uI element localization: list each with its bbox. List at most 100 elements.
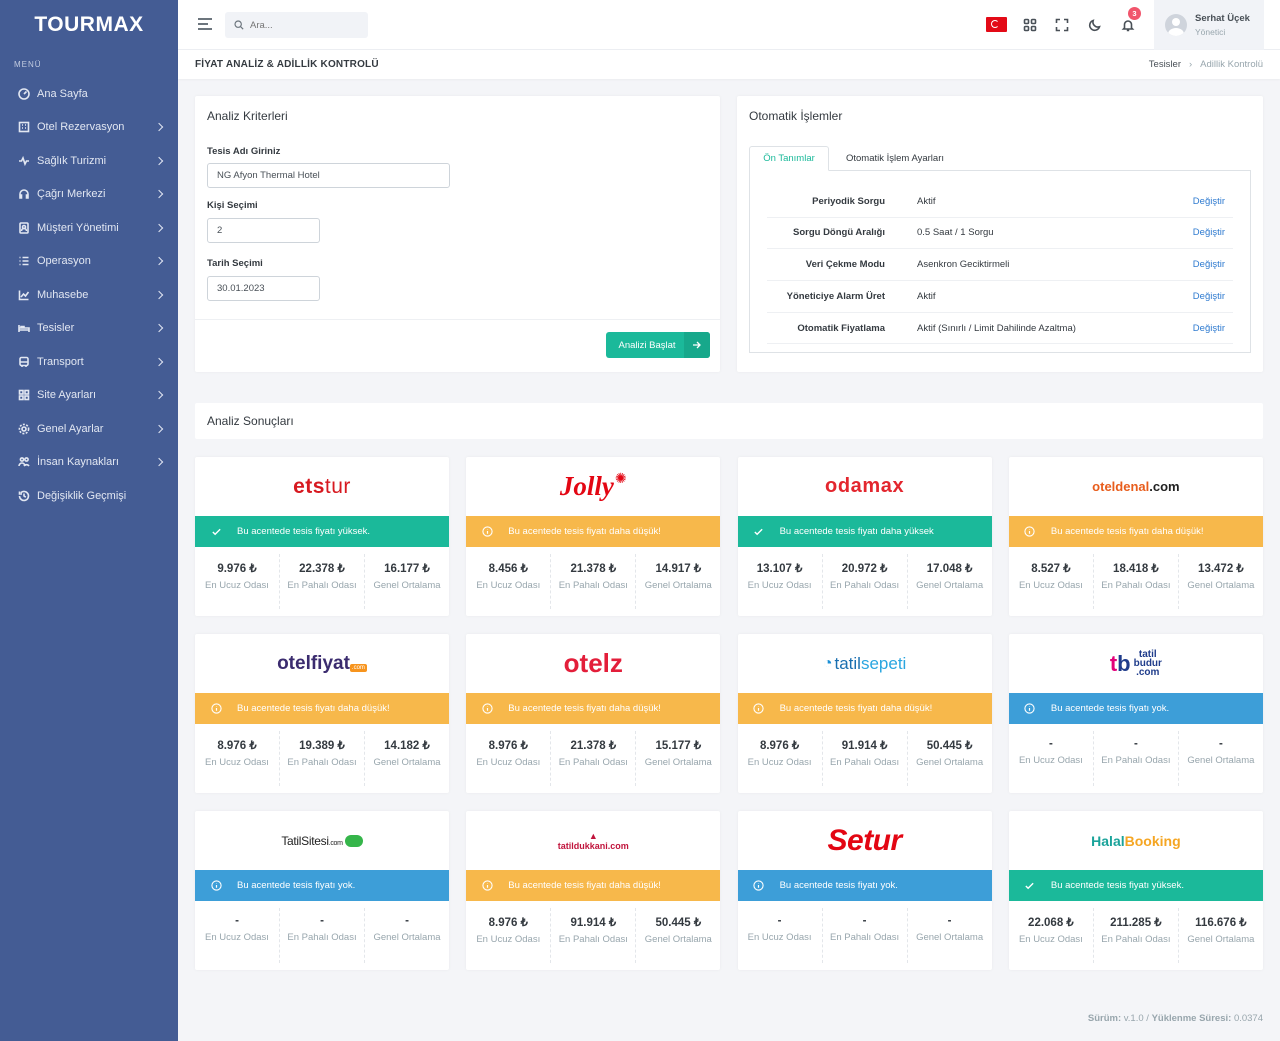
agency-logo[interactable]: TatilSitesi.com (195, 811, 449, 870)
sidebar-item-site-ayarları[interactable]: Site Ayarları (0, 379, 178, 413)
info-circle-icon (482, 703, 493, 714)
sidebar-item-muhasebe[interactable]: Muhasebe (0, 278, 178, 312)
breadcrumb-tesisler[interactable]: Tesisler (1149, 59, 1181, 70)
date-input[interactable] (207, 276, 320, 301)
stat-min-value: 8.976 ₺ (488, 917, 528, 929)
settings-row: Veri Çekme Modu Asenkron Geciktirmeli Deği… (767, 249, 1233, 281)
chevron-right-icon (154, 458, 164, 467)
agency-logo[interactable]: etstur (195, 457, 449, 516)
stat-min-label: En Ucuz Odası (747, 580, 812, 591)
sidebar-item-operasyon[interactable]: Operasyon (0, 245, 178, 279)
criteria-title: Analiz Kriterleri (207, 109, 288, 123)
stat-min-label: En Ucuz Odası (1018, 934, 1083, 945)
tab-otomatik-islem-ayarlari[interactable]: Otomatik İşlem Ayarları (833, 146, 957, 171)
stat-avg: 14.917 ₺ Genel Ortalama (636, 554, 720, 609)
info-circle-icon (1024, 526, 1036, 537)
stat-min: 8.456 ₺ En Ucuz Odası (466, 554, 552, 609)
stat-min: 8.976 ₺ En Ucuz Odası (466, 908, 552, 963)
user-menu[interactable]: Serhat Üçek Yönetici (1154, 0, 1264, 50)
sidebar-item-transport[interactable]: Transport (0, 345, 178, 379)
menu-section-label: MENÜ (14, 60, 42, 69)
sidebar-item-label: Müşteri Yönetimi (37, 221, 119, 234)
agency-card: TatilSitesi.com Bu acentede tesis fiyatı … (195, 811, 449, 970)
date-label: Tarih Seçimi (207, 258, 263, 269)
agency-logo[interactable]: Jolly ✺ (466, 457, 720, 516)
agency-stats: 8.976 ₺ En Ucuz Odası 91.914 ₺ En Pahalı Od… (466, 901, 720, 970)
arrow-right-icon (684, 332, 710, 358)
change-setting-link[interactable]: Değiştir (1193, 227, 1225, 238)
turkish-flag-icon[interactable] (986, 17, 1007, 32)
sidebar-item-ana-sayfa[interactable]: Ana Sayfa (0, 77, 178, 111)
stat-min: 9.976 ₺ En Ucuz Odası (195, 554, 280, 609)
stat-avg-label: Genel Ortalama (644, 757, 712, 768)
agency-status-bar: Bu acentede tesis fiyatı daha düşük! (195, 693, 449, 724)
stat-max: 211.285 ₺ En Pahalı Odası (1094, 908, 1179, 963)
agency-card: Jolly ✺ Bu acentede tesis fiyatı daha düşü… (466, 457, 721, 616)
stat-max: - En Pahalı Odası (1094, 731, 1179, 786)
sidebar-item-label: İnsan Kaynakları (37, 456, 119, 469)
agency-status-message: Bu acentede tesis fiyatı yok. (237, 880, 356, 891)
change-setting-link[interactable]: Değiştir (1193, 196, 1225, 207)
stat-avg-label: Genel Ortalama (916, 580, 984, 591)
sidebar-item-otel-rezervasyon[interactable]: Otel Rezervasyon (0, 111, 178, 145)
stat-max-value: 22.378 ₺ (299, 563, 345, 575)
agency-status-message: Bu acentede tesis fiyatı daha yüksek (779, 526, 934, 537)
dark-mode-moon-icon[interactable] (1085, 15, 1105, 35)
agency-stats: 13.107 ₺ En Ucuz Odası 20.972 ₺ En Pahalı O… (738, 547, 992, 616)
agency-logo[interactable]: oteldenal.com (1009, 457, 1263, 516)
sidebar-item-tesisler[interactable]: Tesisler (0, 312, 178, 346)
apps-grid-icon[interactable] (1020, 15, 1040, 35)
stat-avg: 16.177 ₺ Genel Ortalama (365, 554, 449, 609)
start-analysis-button[interactable]: Analizi Başlat (606, 332, 710, 358)
agency-logo[interactable]: odamax (738, 457, 992, 516)
chevron-right-icon (154, 223, 164, 232)
load-time-label: Yüklenme Süresi: (1151, 1013, 1232, 1024)
person-count-input[interactable] (207, 218, 320, 243)
tab-on-tanimlar[interactable]: Ön Tanımlar (749, 146, 829, 171)
stat-max: 21.378 ₺ En Pahalı Odası (551, 731, 637, 786)
agency-status-message: Bu acentede tesis fiyatı yüksek. (1050, 880, 1184, 891)
agency-logo[interactable]: ▲ tatildukkani.com (466, 811, 720, 870)
sidebar-item-değişiklik-geçmişi[interactable]: Değişiklik Geçmişi (0, 479, 178, 513)
sidebar-item-çağrı-merkezi[interactable]: Çağrı Merkezi (0, 178, 178, 212)
results-header: Analiz Sonuçları (195, 403, 1263, 439)
version-label: Sürüm: (1087, 1013, 1122, 1024)
change-setting-link[interactable]: Değiştir (1193, 323, 1225, 334)
hotel-name-input[interactable] (207, 163, 450, 188)
list-icon (18, 255, 30, 267)
stat-avg-label: Genel Ortalama (644, 934, 712, 945)
change-setting-link[interactable]: Değiştir (1193, 259, 1225, 270)
sidebar-item-label: Genel Ayarlar (37, 422, 104, 435)
search-box[interactable] (225, 12, 368, 38)
agency-card: t b tatil budur .com Bu acentede tesis fiyatı… (1008, 634, 1263, 793)
sidebar-item-müşteri-yönetimi[interactable]: Müşteri Yönetimi (0, 211, 178, 245)
agency-logo[interactable]: otelz (466, 634, 720, 693)
search-input[interactable] (250, 19, 360, 31)
agency-logo[interactable]: HalalBooking (1009, 811, 1263, 870)
agency-logo[interactable]: ◔ tatilsepeti (738, 634, 992, 693)
sidebar-item-i-nsan-kaynakları[interactable]: İnsan Kaynakları (0, 446, 178, 480)
agency-logo[interactable]: otelfiyat .com (195, 634, 449, 693)
menu-toggle-icon[interactable] (198, 18, 212, 30)
app-logo[interactable]: TOURMAX (0, 0, 178, 50)
sidebar-item-sağlık-turizmi[interactable]: Sağlık Turizmi (0, 144, 178, 178)
hotel-label: Tesis Adı Giriniz (207, 146, 281, 157)
chevron-right-icon (154, 190, 164, 199)
agency-logo[interactable]: Setur (738, 811, 992, 870)
stat-avg-label: Genel Ortalama (1187, 755, 1255, 766)
stat-max-value: 19.389 ₺ (299, 740, 345, 752)
agency-stats: 8.456 ₺ En Ucuz Odası 21.378 ₺ En Pahalı Od… (466, 547, 720, 616)
stat-max-label: En Pahalı Odası (287, 932, 357, 943)
check-icon (211, 528, 221, 536)
change-setting-link[interactable]: Değiştir (1193, 291, 1225, 302)
page-header: FİYAT ANALİZ & ADİLLİK KONTROLÜ Tesisler… (178, 50, 1280, 79)
fullscreen-icon[interactable] (1052, 15, 1072, 35)
sidebar-item-label: Operasyon (37, 255, 91, 268)
sidebar-item-genel-ayarlar[interactable]: Genel Ayarlar (0, 412, 178, 446)
agency-logo[interactable]: t b tatil budur .com (1009, 634, 1263, 693)
chevron-right-icon (154, 156, 164, 165)
people-icon (18, 456, 30, 468)
stat-avg: 14.182 ₺ Genel Ortalama (365, 731, 449, 786)
agency-card: odamax Bu acentede tesis fiyatı daha yüks… (737, 457, 992, 616)
history-icon (18, 490, 30, 502)
